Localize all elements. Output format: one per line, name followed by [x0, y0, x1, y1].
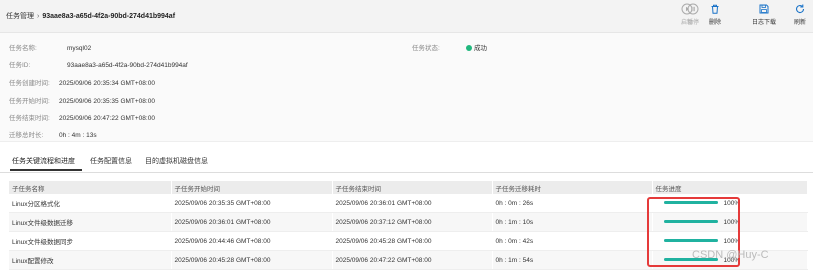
table-row: Linux文件级数据同步 2025/09/06 20:44:46 GMT+08:…	[9, 231, 808, 251]
task-status-row: 任务状态: 成功	[412, 42, 487, 52]
progress-bar	[663, 220, 718, 224]
subtask-end: 2025/09/06 20:37:12 GMT+08:00	[332, 212, 493, 232]
subtask-start: 2025/09/06 20:45:28 GMT+08:00	[171, 250, 333, 270]
subtask-name: Linux配置修改	[9, 250, 172, 270]
task-started-label: 任务开始时间:	[9, 98, 50, 105]
subtask-table: 子任务名称 子任务开始时间 子任务结束时间 子任务迁移耗时 任务进度 Linux…	[9, 181, 808, 270]
task-id-label: 任务ID:	[9, 62, 31, 69]
task-id-value: 93aae8a3-a65d-4f2a-90bd-274d41b994af	[67, 62, 188, 69]
page-title: 93aae8a3-a65d-4f2a-90bd-274d41b994af	[42, 13, 176, 20]
task-name-value: mysql02	[67, 45, 92, 52]
breadcrumb-separator: ›	[37, 13, 40, 20]
task-started-value: 2025/09/06 20:35:35 GMT+08:00	[59, 98, 155, 105]
trash-icon	[700, 3, 730, 17]
task-info-panel: 任务名称: mysql02 任务状态: 成功 任务ID: 93aae8a3-a65d-…	[0, 33, 813, 142]
table-row: Linux文件级数据迁移 2025/09/06 20:36:01 GMT+08:…	[9, 212, 808, 232]
subtask-start: 2025/09/06 20:44:46 GMT+08:00	[171, 231, 333, 251]
column-header-name: 子任务名称	[9, 181, 172, 194]
refresh-icon	[785, 3, 813, 17]
detail-tabs: 任务关键流程和进度 任务配置信息 目的虚拟机磁盘信息	[0, 150, 813, 173]
watermark: CSDN @Huy-C	[692, 249, 769, 261]
task-created-label: 任务创建时间:	[9, 80, 50, 87]
task-created-row: 任务创建时间: 2025/09/06 20:35:34 GMT+08:00	[9, 77, 155, 87]
progress-text: 100%	[723, 237, 741, 245]
success-status-icon	[466, 45, 472, 51]
delete-button[interactable]: 删除	[700, 3, 730, 26]
task-created-value: 2025/09/06 20:35:34 GMT+08:00	[59, 80, 155, 87]
subtask-elapsed: 0h : 0m : 42s	[492, 231, 653, 251]
progress-bar	[663, 201, 718, 205]
subtask-elapsed: 0h : 0m : 26s	[492, 194, 653, 213]
subtask-progress: 100%	[652, 194, 808, 213]
subtask-end: 2025/09/06 20:47:22 GMT+08:00	[332, 250, 493, 270]
tab-task-config[interactable]: 任务配置信息	[90, 156, 132, 166]
breadcrumb-parent[interactable]: 任务管理	[6, 13, 34, 20]
subtask-end: 2025/09/06 20:36:01 GMT+08:00	[332, 194, 493, 213]
progress-text: 100%	[723, 218, 741, 226]
save-icon	[749, 3, 779, 17]
subtask-elapsed: 0h : 1m : 54s	[492, 250, 653, 270]
task-started-row: 任务开始时间: 2025/09/06 20:35:35 GMT+08:00	[9, 95, 155, 105]
task-ended-row: 任务结束时间: 2025/09/06 20:47:22 GMT+08:00	[9, 112, 155, 122]
task-duration-row: 迁移总时长: 0h : 4m : 13s	[9, 129, 97, 139]
tab-target-vm-disk[interactable]: 目的虚拟机磁盘信息	[145, 156, 208, 166]
column-header-progress: 任务进度	[652, 181, 808, 194]
subtask-name: Linux分区格式化	[9, 194, 172, 213]
active-tab-indicator	[10, 169, 82, 171]
task-duration-value: 0h : 4m : 13s	[59, 132, 97, 139]
progress-bar	[663, 239, 718, 243]
refresh-button-label: 刷新	[793, 20, 806, 26]
tab-key-process[interactable]: 任务关键流程和进度	[12, 156, 75, 166]
column-header-end: 子任务结束时间	[332, 181, 493, 194]
refresh-button[interactable]: 刷新	[785, 3, 813, 26]
column-header-start: 子任务开始时间	[171, 181, 333, 194]
task-name-label: 任务名称:	[9, 45, 37, 52]
task-status-value: 成功	[474, 45, 487, 52]
delete-button-label: 删除	[708, 20, 721, 26]
progress-text: 100%	[723, 199, 741, 207]
table-header-row: 子任务名称 子任务开始时间 子任务结束时间 子任务迁移耗时 任务进度	[9, 181, 808, 194]
task-name-row: 任务名称: mysql02	[9, 42, 91, 52]
table-row: Linux配置修改 2025/09/06 20:45:28 GMT+08:00 …	[9, 250, 808, 270]
progress-fill	[663, 220, 718, 224]
task-id-row: 任务ID: 93aae8a3-a65d-4f2a-90bd-274d41b994a…	[9, 59, 188, 69]
subtask-start: 2025/09/06 20:36:01 GMT+08:00	[171, 212, 333, 232]
progress-fill	[663, 201, 718, 205]
download-log-button-label: 日志下载	[751, 20, 776, 26]
task-ended-value: 2025/09/06 20:47:22 GMT+08:00	[59, 115, 155, 122]
task-status-label: 任务状态:	[412, 45, 440, 52]
task-ended-label: 任务结束时间:	[9, 115, 50, 122]
subtask-progress: 100%	[652, 231, 808, 251]
subtask-name: Linux文件级数据同步	[9, 231, 172, 251]
progress-fill	[663, 239, 718, 243]
subtask-name: Linux文件级数据迁移	[9, 212, 172, 232]
table-row: Linux分区格式化 2025/09/06 20:35:35 GMT+08:00…	[9, 194, 808, 213]
subtask-progress: 100%	[652, 212, 808, 232]
breadcrumb: 任务管理 › 93aae8a3-a65d-4f2a-90bd-274d41b994a…	[6, 11, 175, 21]
subtask-end: 2025/09/06 20:45:28 GMT+08:00	[332, 231, 493, 251]
download-log-button[interactable]: 日志下载	[749, 3, 779, 26]
subtask-elapsed: 0h : 1m : 10s	[492, 212, 653, 232]
column-header-elapsed: 子任务迁移耗时	[492, 181, 653, 194]
subtask-start: 2025/09/06 20:35:35 GMT+08:00	[171, 194, 333, 213]
task-duration-label: 迁移总时长:	[9, 132, 44, 139]
